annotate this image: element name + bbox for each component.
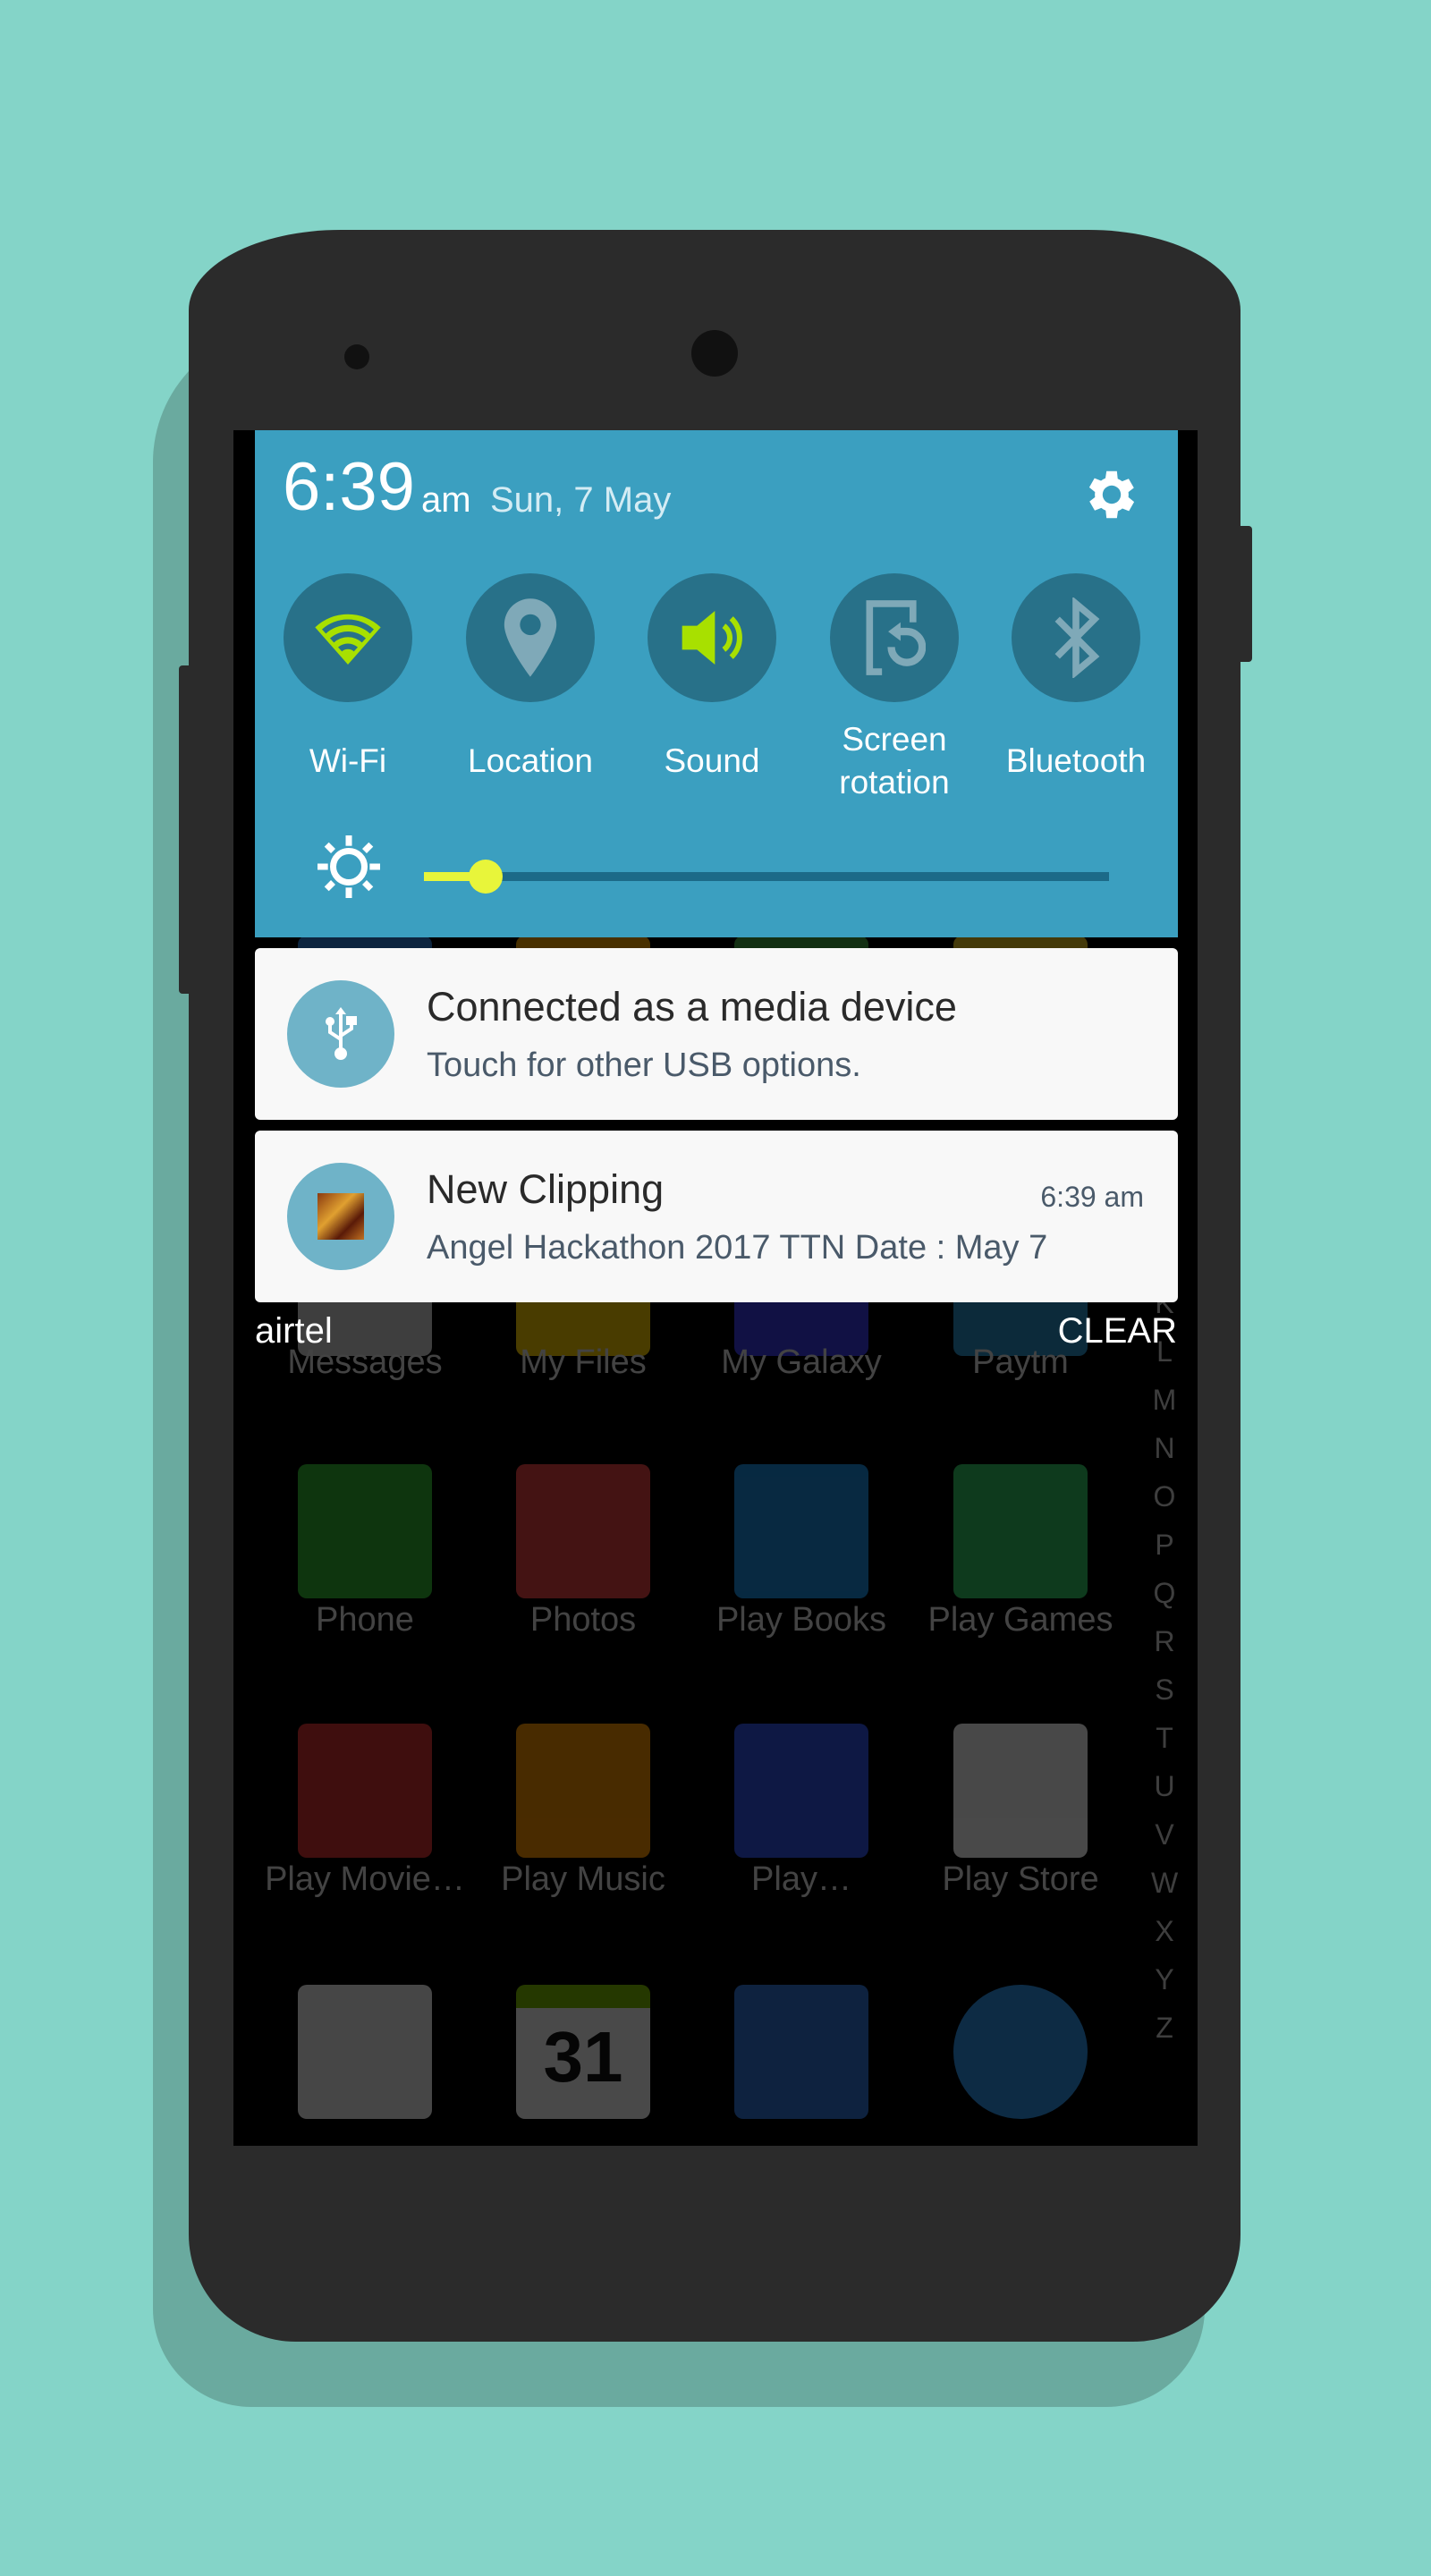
toggle-wifi[interactable]	[284, 573, 412, 702]
toggle-label-text: Screen	[842, 721, 947, 758]
clock-ampm: am	[421, 480, 471, 520]
app-label[interactable]: Play Games	[913, 1601, 1128, 1640]
toggle-label-text: rotation	[839, 764, 950, 801]
app-label[interactable]: Phone	[258, 1601, 472, 1640]
location-pin-icon	[499, 597, 562, 678]
app-icon[interactable]	[734, 1724, 868, 1858]
toggle-label-text: Location	[468, 742, 593, 779]
app-label[interactable]: Play Movie…	[258, 1860, 472, 1899]
alphabet-index-letter[interactable]: S	[1151, 1674, 1178, 1707]
alphabet-index-letter[interactable]: Z	[1151, 2012, 1178, 2045]
calendar-app-icon[interactable]: 31	[516, 1985, 650, 2119]
alphabet-index-letter[interactable]: R	[1151, 1625, 1178, 1658]
wifi-icon	[312, 602, 384, 674]
notification-title: New Clipping	[427, 1166, 665, 1212]
toggle-screen[interactable]	[830, 573, 959, 702]
alphabet-index-letter[interactable]: P	[1151, 1529, 1178, 1562]
screen: InternetLearnMapsMemoMessagesMy FilesMy …	[233, 430, 1198, 2146]
clear-button[interactable]: CLEAR	[1058, 1311, 1177, 1352]
notification-usb[interactable]: Connected as a media device Touch for ot…	[255, 948, 1178, 1120]
date: Sun, 7 May	[490, 480, 672, 520]
brightness-slider[interactable]	[424, 860, 1109, 894]
quick-settings-panel: 6:39 am Sun, 7 May Wi-Fi Location Sound Scr…	[255, 430, 1178, 937]
toggle-label: Location	[441, 740, 620, 783]
toggle-label-text: Sound	[664, 742, 760, 779]
front-camera	[691, 330, 738, 377]
app-label[interactable]: Play Books	[694, 1601, 909, 1640]
toggle-label: Bluetooth	[986, 740, 1165, 783]
alphabet-index-letter[interactable]: O	[1151, 1480, 1178, 1513]
speaker-icon	[676, 602, 748, 674]
screen-rotation-icon	[863, 597, 926, 678]
clipping-thumbnail	[287, 1163, 394, 1270]
app-label[interactable]: Photos	[476, 1601, 690, 1640]
gear-icon[interactable]	[1080, 463, 1143, 526]
usb-icon	[287, 980, 394, 1088]
alphabet-index-letter[interactable]: T	[1151, 1722, 1178, 1755]
settings-app-icon[interactable]	[953, 1985, 1088, 2119]
alphabet-index-letter[interactable]: N	[1151, 1432, 1178, 1465]
notification-new-clipping[interactable]: New Clipping 6:39 am Angel Hackathon 201…	[255, 1131, 1178, 1302]
alphabet-index-letter[interactable]: Q	[1151, 1577, 1178, 1610]
app-icon[interactable]	[953, 1464, 1088, 1598]
brightness-thumb[interactable]	[468, 860, 503, 894]
brightness-icon	[318, 835, 380, 898]
notification-text: Angel Hackathon 2017 TTN Date : May 7	[427, 1229, 1048, 1267]
alphabet-index-letter[interactable]: V	[1151, 1818, 1178, 1852]
app-label[interactable]: My Galaxy	[694, 1343, 909, 1382]
app-label[interactable]: My Files	[476, 1343, 690, 1382]
app-label[interactable]: Play…	[694, 1860, 909, 1899]
speaker-dot	[344, 344, 369, 369]
radio-app-icon[interactable]	[298, 1985, 432, 2119]
app-icon[interactable]	[516, 1464, 650, 1598]
notification-time: 6:39 am	[1040, 1181, 1144, 1213]
toggle-bluetooth[interactable]	[1012, 573, 1140, 702]
app-icon[interactable]	[734, 1464, 868, 1598]
alphabet-index-letter[interactable]: W	[1151, 1867, 1178, 1900]
carrier-label: airtel	[255, 1311, 333, 1351]
app-icon[interactable]	[953, 1724, 1088, 1858]
alphabet-index-letter[interactable]: X	[1151, 1915, 1178, 1948]
notification-title: Connected as a media device	[427, 984, 957, 1030]
calendar-day: 31	[543, 2017, 623, 2097]
toggle-label: Sound	[622, 740, 801, 783]
toggle-label: Wi-Fi	[258, 740, 437, 783]
clock-time: 6:39	[283, 449, 415, 525]
app-icon[interactable]	[516, 1724, 650, 1858]
bluetooth-icon	[1049, 597, 1103, 678]
screenshot-app-icon[interactable]	[734, 1985, 868, 2119]
notification-text: Touch for other USB options.	[427, 1046, 861, 1084]
alphabet-index-letter[interactable]: U	[1151, 1770, 1178, 1803]
toggle-label: Screen rotation	[805, 718, 984, 804]
toggle-label-text: Wi-Fi	[309, 742, 387, 779]
toggle-sound[interactable]	[648, 573, 776, 702]
toggle-location[interactable]	[466, 573, 595, 702]
app-label[interactable]: Play Music	[476, 1860, 690, 1899]
alphabet-index-letter[interactable]: Y	[1151, 1963, 1178, 1996]
app-label[interactable]: Play Store	[913, 1860, 1128, 1899]
toggle-label-text: Bluetooth	[1005, 742, 1147, 779]
app-icon[interactable]	[298, 1724, 432, 1858]
app-icon[interactable]	[298, 1464, 432, 1598]
alphabet-index-letter[interactable]: M	[1151, 1384, 1178, 1417]
